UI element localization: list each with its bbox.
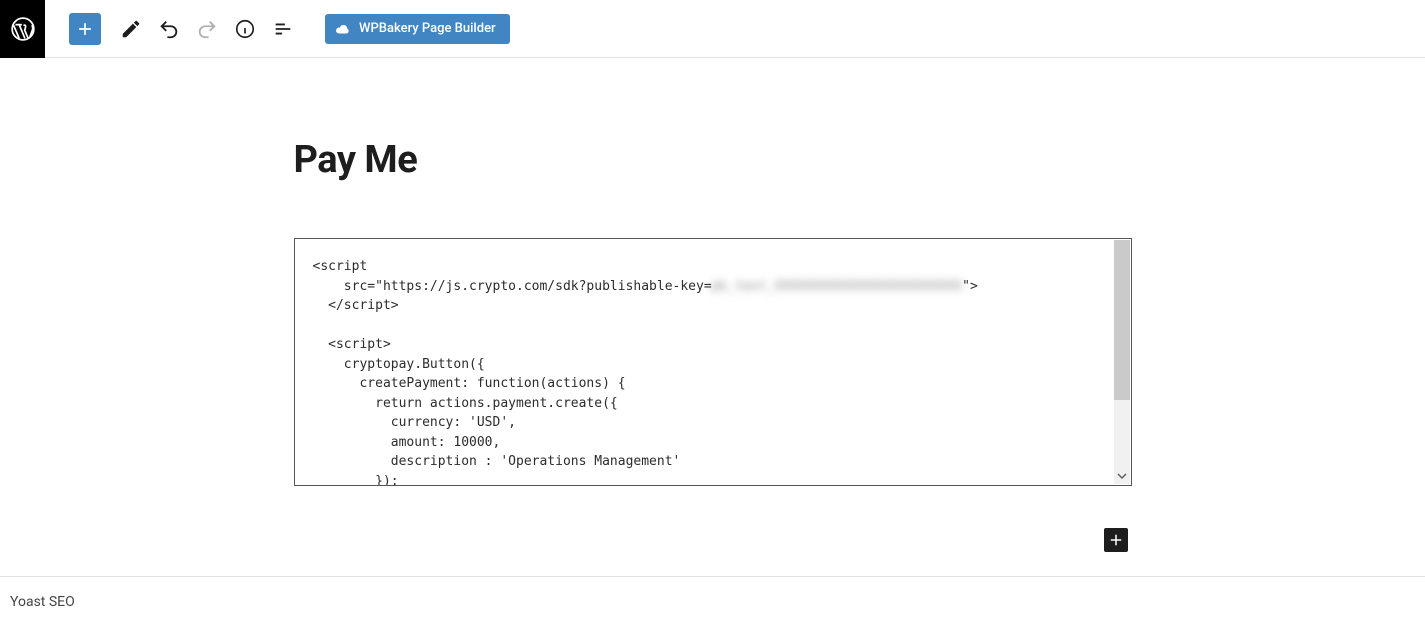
yoast-panel-label: Yoast SEO [10,594,75,610]
editor-toolbar: WPBakery Page Builder [0,0,1425,58]
editor-canvas: Pay Me <script src="https://js.crypto.co… [0,58,1425,576]
list-icon [272,18,294,40]
outline-button[interactable] [265,11,301,47]
wpbakery-label: WPBakery Page Builder [359,21,496,36]
code-scrollbar[interactable] [1114,240,1130,484]
plus-icon [75,19,95,39]
undo-icon [158,18,180,40]
redo-icon [196,18,218,40]
append-block-button[interactable] [1104,528,1128,552]
edit-mode-button[interactable] [113,11,149,47]
append-block-area [1104,528,1128,552]
wordpress-icon [10,16,36,42]
post-title[interactable]: Pay Me [294,138,1132,182]
pencil-icon [120,18,142,40]
code-content[interactable]: <script src="https://js.crypto.com/sdk?p… [295,239,1131,485]
custom-html-block[interactable]: <script src="https://js.crypto.com/sdk?p… [294,238,1132,486]
chevron-down-icon [1117,471,1127,481]
wpbakery-button[interactable]: WPBakery Page Builder [325,14,510,44]
cloud-icon [333,22,351,36]
plus-icon [1107,531,1125,549]
add-block-button[interactable] [69,13,101,45]
wordpress-logo[interactable] [0,0,45,58]
redo-button [189,11,225,47]
undo-button[interactable] [151,11,187,47]
scrollbar-thumb[interactable] [1114,240,1130,400]
details-button[interactable] [227,11,263,47]
scrollbar-down-button[interactable] [1114,468,1130,484]
info-icon [234,18,256,40]
footer-panel[interactable]: Yoast SEO [0,576,1425,626]
blurred-api-key: pk_test_XXXXXXXXXXXXXXXXXXXXXXXX [712,279,962,294]
